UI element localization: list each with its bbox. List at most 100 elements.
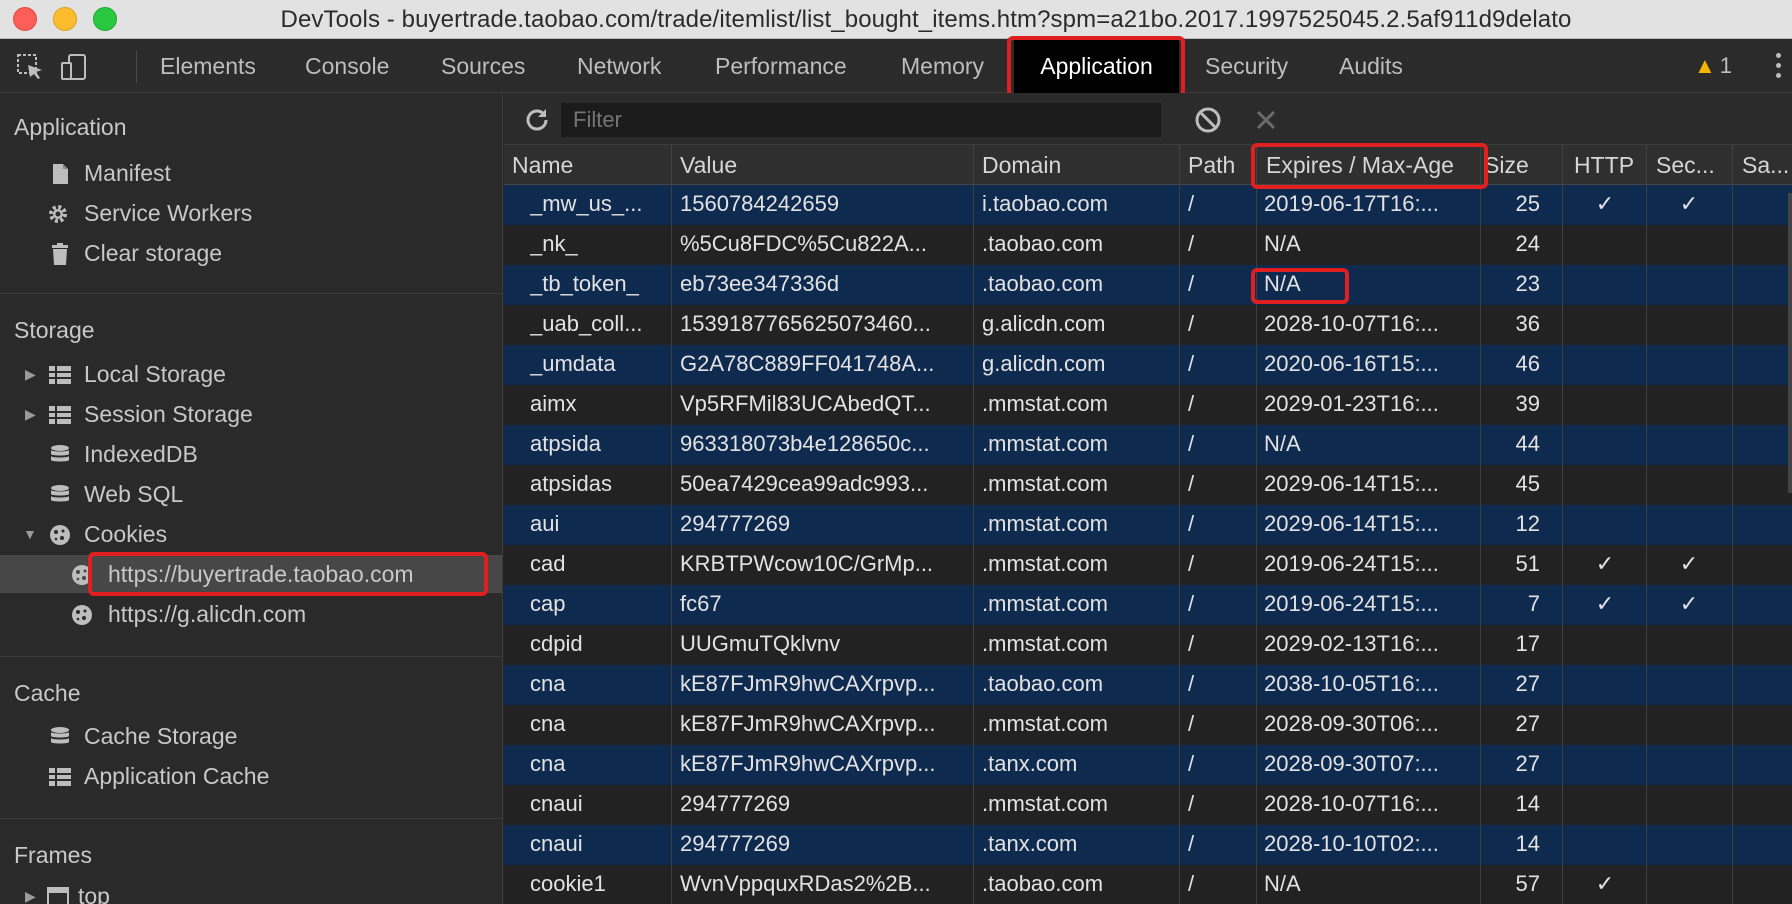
cookie-path-cell: / [1188,831,1195,856]
warning-count: 1 [1719,53,1733,78]
sidebar-item-application-cache[interactable]: Application Cache [0,757,502,795]
column-header-name[interactable]: Name [512,145,652,185]
tab-console[interactable]: Console [305,39,389,93]
table-row[interactable]: cad KRBTPWcow10C/GrMp... .mmstat.com / 2019-… [504,545,1792,585]
filter-input[interactable] [561,103,1161,137]
cookie-httponly-cell [1570,425,1640,465]
inspect-element-icon[interactable] [16,53,44,81]
column-header-path[interactable]: Path [1188,145,1248,185]
collapse-arrow-icon[interactable]: ▼ [23,515,37,553]
table-row[interactable]: cap fc67 .mmstat.com / 2019-06-24T15:... 7 ✓ ✓ [504,585,1792,625]
cookie-value-cell: kE87FJmR9hwCAXrpvp... [680,711,936,736]
table-row[interactable]: _mw_us_... 1560784242659 i.taobao.com / 2019… [504,185,1792,225]
expand-arrow-icon[interactable]: ▶ [25,355,36,393]
sidebar-item-label: Local Storage [84,361,226,387]
column-header-samesite[interactable]: Sa... [1742,145,1790,185]
table-row[interactable]: cookie1 WvnVppquxRDas2%2B... .taobao.com / N… [504,865,1792,904]
cookie-icon [50,525,70,545]
sidebar-item-web-sql[interactable]: Web SQL [0,475,502,513]
table-row[interactable]: _uab_coll... 1539187765625073460... g.alic… [504,305,1792,345]
tab-elements[interactable]: Elements [160,39,256,93]
frame-window-icon [47,887,69,904]
sidebar-item-local-storage[interactable]: ▶ Local Storage [0,355,502,393]
sidebar-item-session-storage[interactable]: ▶ Session Storage [0,395,502,433]
table-row[interactable]: cna kE87FJmR9hwCAXrpvp... .tanx.com / 2028-0… [504,745,1792,785]
table-row[interactable]: aimx Vp5RFMil83UCAbedQT... .mmstat.com / 202… [504,385,1792,425]
table-row[interactable]: _nk_ %5Cu8FDC%5Cu822A... .taobao.com / N/A 24 [504,225,1792,265]
tab-security[interactable]: Security [1205,39,1288,93]
document-icon [53,164,68,184]
table-row[interactable]: cna kE87FJmR9hwCAXrpvp... .taobao.com / 2038… [504,665,1792,705]
table-row[interactable]: cnaui 294777269 .mmstat.com / 2028-10-07T16:… [504,785,1792,825]
cookie-secure-cell [1654,625,1724,665]
cookie-secure-cell [1654,745,1724,785]
column-header-http[interactable]: HTTP [1574,145,1644,185]
cookie-httponly-cell [1570,625,1640,665]
table-grid-icon [49,366,71,384]
table-scrollbar[interactable] [1788,193,1792,493]
sidebar-item-label: Cache Storage [84,723,238,749]
column-divider [1179,145,1180,904]
column-header-size[interactable]: Size [1484,145,1544,185]
refresh-icon[interactable] [522,105,552,135]
cookie-path-cell: / [1188,471,1195,496]
expand-arrow-icon[interactable]: ▶ [25,877,36,904]
cookie-domain-cell: .tanx.com [982,831,1078,856]
cookie-domain-cell: g.alicdn.com [982,351,1106,376]
table-row[interactable]: cdpid UUGmuTQklvnv .mmstat.com / 2029-02-13T… [504,625,1792,665]
cookie-size-cell: 57 [1515,871,1540,896]
cookie-domain-cell: .mmstat.com [982,791,1108,816]
table-grid-icon [49,406,71,424]
cookies-table-body: _mw_us_... 1560784242659 i.taobao.com / 2019… [504,185,1792,904]
table-row[interactable]: atpsida 963318073b4e128650c... .mmstat.com… [504,425,1792,465]
sidebar-item-indexeddb[interactable]: IndexedDB [0,435,502,473]
sidebar-item-label: Web SQL [84,481,184,507]
delete-selected-icon[interactable] [1251,105,1281,135]
column-header-secure[interactable]: Sec... [1656,145,1726,185]
warnings-indicator[interactable]: ▲ 1 [1694,53,1732,79]
table-row[interactable]: atpsidas 50ea7429cea99adc993... .mmstat.co… [504,465,1792,505]
cookie-secure-cell [1654,705,1724,745]
database-icon [51,727,69,744]
table-row[interactable]: cna kE87FJmR9hwCAXrpvp... .mmstat.com / 2028… [504,705,1792,745]
cookie-secure-cell [1654,385,1724,425]
cookie-secure-cell [1654,665,1724,705]
tab-performance[interactable]: Performance [715,39,847,93]
column-header-domain[interactable]: Domain [982,145,1172,185]
cookie-path-cell: / [1188,551,1195,576]
cookie-name-cell: cnaui [530,791,583,816]
tab-memory[interactable]: Memory [901,39,984,93]
clear-all-icon[interactable] [1193,105,1223,135]
table-row[interactable]: aui 294777269 .mmstat.com / 2029-06-14T15:..… [504,505,1792,545]
sidebar-item-label: Clear storage [84,240,223,266]
sidebar-item-manifest[interactable]: Manifest [0,154,502,192]
sidebar-item-cache-storage[interactable]: Cache Storage [0,717,502,755]
sidebar-item-service-workers[interactable]: Service Workers [0,194,502,232]
table-grid-icon [49,768,71,786]
table-row[interactable]: _umdata G2A78C889FF041748A... g.alicdn.com… [504,345,1792,385]
column-header-value[interactable]: Value [680,145,960,185]
tab-network[interactable]: Network [577,39,661,93]
sidebar-item-label: Service Workers [84,200,253,226]
sidebar-item-cookies[interactable]: ▼ Cookies [0,515,502,553]
cookie-name-cell: atpsidas [530,471,612,496]
tab-sources[interactable]: Sources [441,39,525,93]
table-row[interactable]: cnaui 294777269 .tanx.com / 2028-10-10T02:..… [504,825,1792,865]
sidebar-item-frame-top[interactable]: ▶ top [0,877,502,904]
cookie-size-cell: 17 [1515,631,1540,656]
table-row[interactable]: _tb_token_ eb73ee347336d .taobao.com / N/A 23 [504,265,1792,305]
cookie-httponly-cell [1570,465,1640,505]
tab-audits[interactable]: Audits [1339,39,1403,93]
cookie-value-cell: 294777269 [680,511,791,536]
sidebar-item-cookie-alicdn[interactable]: https://g.alicdn.com [0,595,502,633]
cookie-path-cell: / [1188,591,1195,616]
expand-arrow-icon[interactable]: ▶ [25,395,36,433]
cookie-value-cell: 294777269 [680,791,791,816]
cookie-expires-cell: 2029-02-13T16:... [1264,631,1439,656]
cookie-expires-cell: 2019-06-24T15:... [1264,551,1439,576]
device-toolbar-icon[interactable] [60,53,88,81]
more-options-icon[interactable] [1776,53,1782,81]
sidebar-item-clear-storage[interactable]: Clear storage [0,234,502,272]
cookie-httponly-cell: ✓ [1595,591,1615,616]
cookie-path-cell: / [1188,871,1195,896]
